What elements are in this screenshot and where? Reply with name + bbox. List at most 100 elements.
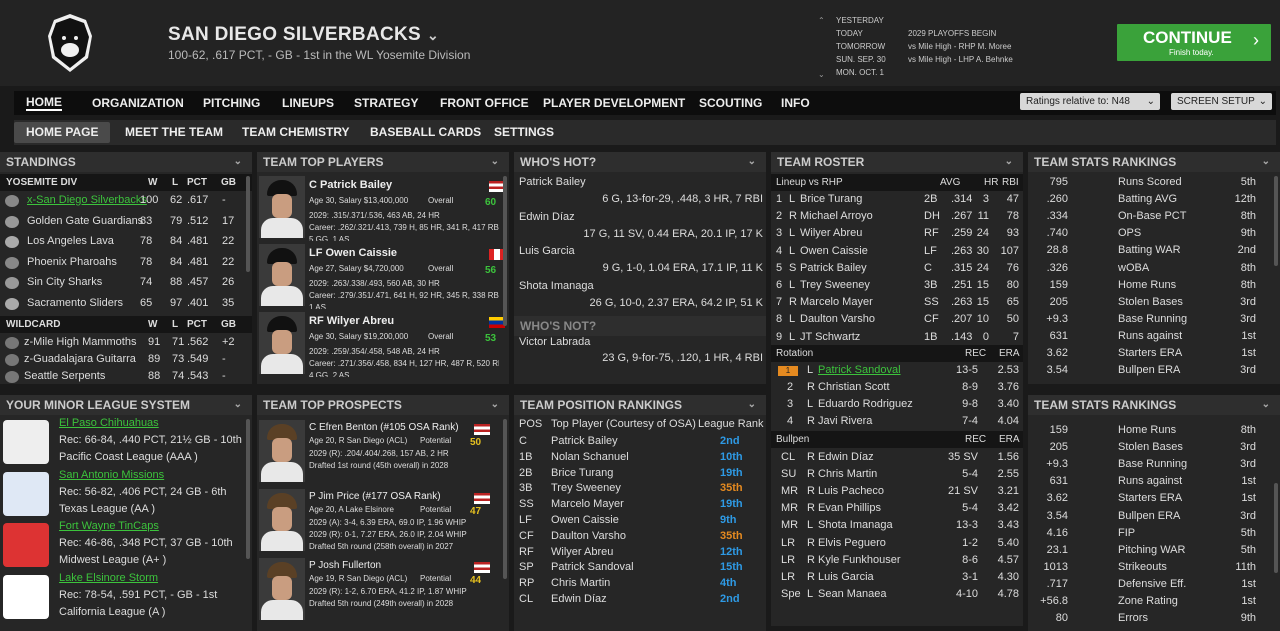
batter-row[interactable]: 5 S Patrick Bailey C .315 24 76 (771, 260, 1023, 277)
hot-player-name[interactable]: Patrick Bailey (519, 176, 586, 188)
player-name[interactable]: C Patrick Bailey (309, 179, 392, 191)
rotation-row[interactable]: 3 L Eduardo Rodriguez 9-8 3.40 (771, 396, 1023, 413)
batter-row[interactable]: 9 L JT Schwartz 1B .143 0 7 (771, 329, 1023, 346)
continue-button[interactable]: CONTINUE Finish today. › (1117, 24, 1271, 61)
batter-row[interactable]: 7 R Marcelo Mayer SS .263 15 65 (771, 294, 1023, 311)
nav-strategy[interactable]: STRATEGY (354, 91, 418, 115)
wildcard-row[interactable]: z-Mile High Mammoths 91 71.562 +2 (0, 334, 252, 351)
player-name[interactable]: Patrick Sandoval (818, 362, 901, 379)
nav-info[interactable]: INFO (781, 91, 810, 115)
bullpen-row[interactable]: MR R Evan Phillips 5-4 3.42 (771, 500, 1023, 517)
player-name[interactable]: LF Owen Caissie (309, 247, 397, 259)
bullpen-row[interactable]: MR L Shota Imanaga 13-3 3.43 (771, 517, 1023, 534)
nav-front-office[interactable]: FRONT OFFICE (440, 91, 529, 115)
prospect-name[interactable]: P Josh Fullerton (309, 560, 381, 571)
chevron-down-icon[interactable]: ⌄ (427, 27, 439, 43)
ratings-select[interactable]: Ratings relative to: N48 ⌄ (1020, 93, 1160, 110)
chevron-down-icon[interactable]: ⌄ (491, 395, 499, 415)
minor-team-name[interactable]: El Paso Chihuahuas (59, 417, 159, 429)
prospect-name[interactable]: P Jim Price (#177 OSA Rank) (309, 491, 441, 502)
chevron-down-icon[interactable]: ⌄ (748, 395, 756, 415)
rbi: 7 (1012, 330, 1019, 343)
batter-row[interactable]: 2 R Michael Arroyo DH .267 11 78 (771, 208, 1023, 225)
scrollbar[interactable] (1274, 176, 1278, 266)
subnav-settings[interactable]: SETTINGS (494, 120, 554, 145)
position-row[interactable]: SS Marcelo Mayer 19th (514, 496, 766, 513)
subnav-meet-the-team[interactable]: MEET THE TEAM (125, 120, 223, 145)
position-row[interactable]: C Patrick Bailey 2nd (514, 433, 766, 450)
position-row[interactable]: SP Patrick Sandoval 15th (514, 559, 766, 576)
scrollbar[interactable] (246, 419, 250, 559)
position-row[interactable]: 2B Brice Turang 19th (514, 465, 766, 482)
hot-player-name[interactable]: Shota Imanaga (519, 280, 594, 292)
minor-team-name[interactable]: San Antonio Missions (59, 469, 164, 481)
chevron-down-icon[interactable]: ⌄ (1262, 152, 1270, 172)
standings-row[interactable]: Phoenix Pharoahs 78 84 .481 22 (0, 254, 252, 271)
chevron-down-icon[interactable]: ⌄ (1005, 152, 1013, 172)
not-player-name[interactable]: Victor Labrada (519, 336, 590, 348)
schedule-event[interactable]: vs Mile High - LHP A. Behnke (908, 53, 1013, 66)
wildcard-row[interactable]: z-Guadalajara Guitarra 89 73.549 - (0, 351, 252, 368)
nav-pitching[interactable]: PITCHING (203, 91, 260, 115)
chevron-down-icon[interactable]: ⌄ (491, 152, 499, 172)
standings-row[interactable]: Los Angeles Lava 78 84 .481 22 (0, 233, 252, 250)
position-row[interactable]: 3B Trey Sweeney 35th (514, 480, 766, 497)
nav-organization[interactable]: ORGANIZATION (92, 91, 184, 115)
chevron-down-icon[interactable]: ⌄ (234, 152, 242, 172)
player-name[interactable]: RF Wilyer Abreu (309, 315, 394, 327)
nav-player-development[interactable]: PLAYER DEVELOPMENT (543, 91, 685, 115)
bullpen-row[interactable]: LR R Elvis Peguero 1-2 5.40 (771, 535, 1023, 552)
batter-row[interactable]: 3 L Wilyer Abreu RF .259 24 93 (771, 225, 1023, 242)
position-row[interactable]: RF Wilyer Abreu 12th (514, 544, 766, 561)
batter-row[interactable]: 8 L Daulton Varsho CF .207 10 50 (771, 311, 1023, 328)
bullpen-row[interactable]: Spe L Sean Manaea 4-10 4.78 (771, 586, 1023, 603)
scrollbar[interactable] (503, 419, 507, 579)
position-row[interactable]: 1B Nolan Schanuel 10th (514, 449, 766, 466)
team-name-cell[interactable]: x-San Diego Silverbacks (27, 192, 147, 209)
scrollbar[interactable] (1274, 483, 1278, 573)
subnav-baseball-cards[interactable]: BASEBALL CARDS (370, 120, 481, 145)
nav-scouting[interactable]: SCOUTING (699, 91, 762, 115)
position-row[interactable]: RP Chris Martin 4th (514, 575, 766, 592)
standings-row[interactable]: Sin City Sharks 74 88 .457 26 (0, 274, 252, 291)
position-row[interactable]: CF Daulton Varsho 35th (514, 528, 766, 545)
hot-player-name[interactable]: Luis Garcia (519, 245, 575, 257)
bullpen-row[interactable]: SU R Chris Martin 5-4 2.55 (771, 466, 1023, 483)
subnav-home-page[interactable]: HOME PAGE (14, 122, 111, 143)
screen-setup-select[interactable]: SCREEN SETUP ⌄ (1171, 93, 1272, 110)
scrollbar[interactable] (246, 176, 250, 272)
chevron-up-icon[interactable]: ⌃ (818, 14, 828, 27)
batter-row[interactable]: 6 L Trey Sweeney 3B .251 15 80 (771, 277, 1023, 294)
bullpen-row[interactable]: LR R Luis Garcia 3-1 4.30 (771, 569, 1023, 586)
standings-row[interactable]: Golden Gate Guardians 83 79 .512 17 (0, 213, 252, 230)
chevron-down-icon[interactable]: ⌄ (1262, 395, 1270, 415)
prospect-name[interactable]: C Efren Benton (#105 OSA Rank) (309, 422, 459, 433)
schedule-event[interactable]: vs Mile High - RHP M. Moree (908, 40, 1011, 53)
rotation-row[interactable]: 1 L Patrick Sandoval 13-5 2.53 (771, 362, 1023, 379)
rotation-row[interactable]: 4 R Javi Rivera 7-4 4.04 (771, 413, 1023, 430)
rotation-row[interactable]: 2 R Christian Scott 8-9 3.76 (771, 379, 1023, 396)
position-row[interactable]: CL Edwin Díaz 2nd (514, 591, 766, 608)
chevron-down-icon[interactable]: ⌄ (818, 68, 828, 81)
position-row[interactable]: LF Owen Caissie 9th (514, 512, 766, 529)
hand: R (807, 502, 815, 515)
batter-row[interactable]: 4 L Owen Caissie LF .263 30 107 (771, 243, 1023, 260)
standings-row[interactable]: x-San Diego Silverbacks 100 62 .617 - (0, 192, 252, 209)
scrollbar[interactable] (503, 176, 507, 326)
bullpen-row[interactable]: LR R Kyle Funkhouser 8-6 4.57 (771, 552, 1023, 569)
standings-row[interactable]: Sacramento Sliders 65 97 .401 35 (0, 295, 252, 312)
stat-name: Runs Scored (1118, 176, 1182, 188)
bullpen-row[interactable]: CL R Edwin Díaz 35 SV 1.56 (771, 449, 1023, 466)
subnav-team-chemistry[interactable]: TEAM CHEMISTRY (242, 120, 350, 145)
wildcard-row[interactable]: Seattle Serpents 88 74.543 - (0, 368, 252, 385)
minor-team-name[interactable]: Lake Elsinore Storm (59, 572, 158, 584)
team-name[interactable]: SAN DIEGO SILVERBACKS ⌄ (168, 24, 439, 46)
chevron-down-icon[interactable]: ⌄ (748, 152, 756, 172)
chevron-down-icon[interactable]: ⌄ (234, 395, 242, 415)
batter-row[interactable]: 1 L Brice Turang 2B .314 3 47 (771, 191, 1023, 208)
bullpen-row[interactable]: MR R Luis Pacheco 21 SV 3.21 (771, 483, 1023, 500)
nav-home[interactable]: HOME (26, 91, 62, 111)
minor-team-name[interactable]: Fort Wayne TinCaps (59, 520, 159, 532)
nav-lineups[interactable]: LINEUPS (282, 91, 334, 115)
hot-player-name[interactable]: Edwin Díaz (519, 211, 575, 223)
